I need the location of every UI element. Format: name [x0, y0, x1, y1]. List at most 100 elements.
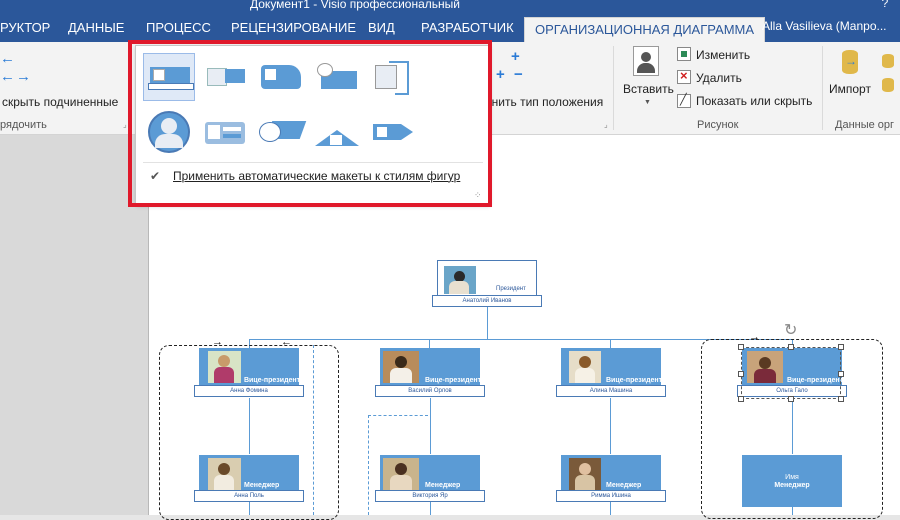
- dialog-launcher-icon-2[interactable]: ⌟: [604, 120, 608, 129]
- resize-handle-nw[interactable]: [738, 344, 744, 350]
- user-account[interactable]: Alla Vasilieva (Manpo...: [762, 19, 887, 33]
- gallery-layout-8[interactable]: [255, 108, 307, 156]
- manager-title-4: Менеджер: [774, 482, 810, 489]
- delete-picture-button[interactable]: Удалить: [696, 71, 742, 85]
- arrange-group-label: рядочить: [0, 119, 47, 131]
- data-refresh-icon[interactable]: [882, 54, 894, 68]
- chevron-down-icon[interactable]: ▼: [644, 99, 651, 106]
- resize-handle-s[interactable]: [788, 396, 794, 402]
- manager-shape-2[interactable]: Менеджер: [380, 455, 480, 493]
- plus-small-icon[interactable]: +: [496, 66, 505, 83]
- import-database-icon[interactable]: →: [842, 50, 858, 74]
- dialog-launcher-icon[interactable]: ⌟: [123, 120, 127, 129]
- gallery-layout-2[interactable]: [199, 53, 251, 101]
- vp-photo-2: [383, 351, 419, 383]
- apply-auto-layout-option[interactable]: Применить автоматические макеты к стилям…: [173, 169, 460, 183]
- hide-subordinates-button[interactable]: скрыть подчиненные: [2, 95, 118, 109]
- resize-handle-ne[interactable]: [838, 344, 844, 350]
- gallery-layout-3[interactable]: [255, 53, 307, 101]
- vp-title-3: Вице-президент: [606, 377, 663, 384]
- president-name[interactable]: Анатолий Иванов: [432, 295, 542, 307]
- insert-button[interactable]: Вставить: [623, 82, 674, 96]
- move-arrow-icon-3: →: [749, 331, 760, 343]
- tab-process[interactable]: ПРОЦЕСС: [146, 20, 211, 35]
- window-title: Документ1 - Visio профессиональный: [250, 0, 460, 11]
- plus-icon[interactable]: +: [511, 48, 520, 65]
- resize-handle-e[interactable]: [838, 371, 844, 377]
- connector-mgr2-down: [430, 500, 431, 515]
- guide-line-3: [368, 415, 428, 416]
- delete-picture-icon[interactable]: ×: [677, 68, 691, 84]
- tab-developer[interactable]: РАЗРАБОТЧИК: [421, 20, 514, 35]
- rotate-handle-icon[interactable]: ↻: [784, 320, 797, 340]
- manager-name-2[interactable]: Виктория Яр: [375, 490, 485, 502]
- manager-name-4: Имя: [785, 474, 799, 481]
- vp-shape-2[interactable]: Вице-президент: [380, 348, 482, 386]
- arrow-left-small-icon[interactable]: ←: [0, 68, 15, 85]
- manager-name-1[interactable]: Анна Поль: [194, 490, 304, 502]
- manager-title-1: Менеджер: [244, 482, 280, 489]
- vp-name-3[interactable]: Алина Машина: [556, 385, 666, 397]
- manager-photo-2: [383, 458, 419, 490]
- arrow-left-icon[interactable]: ←: [0, 50, 15, 67]
- manager-shape-4[interactable]: Имя Менеджер: [742, 455, 842, 507]
- tab-data[interactable]: ДАННЫЕ: [68, 20, 124, 35]
- president-title: Президент: [496, 286, 526, 292]
- president-photo: [444, 266, 476, 294]
- vp-shape-1[interactable]: Вице-президент: [199, 348, 301, 386]
- gallery-layout-9[interactable]: [311, 108, 363, 156]
- gallery-layout-10[interactable]: [367, 108, 419, 156]
- show-hide-picture-icon[interactable]: ╱: [677, 94, 691, 108]
- gallery-layout-4[interactable]: [311, 53, 363, 101]
- data-compare-icon[interactable]: [882, 78, 894, 92]
- resize-grip-icon[interactable]: ⁘: [474, 190, 482, 201]
- import-button[interactable]: Импорт: [829, 82, 871, 96]
- manager-shape-1[interactable]: Менеджер: [199, 455, 299, 493]
- vp-name-2[interactable]: Василий Орлов: [375, 385, 485, 397]
- connector-mgr3: [610, 398, 611, 454]
- insert-picture-icon[interactable]: [633, 46, 659, 76]
- vp-shape-3[interactable]: Вице-президент: [561, 348, 663, 386]
- gallery-layout-7[interactable]: [199, 108, 251, 156]
- ribbon-separator: [613, 46, 614, 130]
- vp-photo-1: [208, 351, 241, 383]
- tab-view[interactable]: ВИД: [368, 20, 395, 35]
- manager-shape-3[interactable]: Менеджер: [561, 455, 661, 493]
- guide-line-2: [368, 415, 369, 515]
- gallery-separator: [143, 162, 483, 163]
- connector-mgr3-down: [610, 500, 611, 515]
- show-hide-picture-button[interactable]: Показать или скрыть: [696, 94, 812, 108]
- gallery-layout-1[interactable]: [143, 53, 195, 101]
- selection-box: [741, 347, 841, 399]
- vp-title-2: Вице-президент: [425, 377, 482, 384]
- resize-handle-sw[interactable]: [738, 396, 744, 402]
- check-icon: ✔: [150, 169, 161, 183]
- manager-title-3: Менеджер: [606, 482, 642, 489]
- manager-photo-3: [569, 458, 601, 490]
- gallery-layout-5[interactable]: [367, 53, 419, 101]
- minus-icon[interactable]: −: [514, 66, 523, 83]
- move-arrow-icon-2: ←: [281, 336, 292, 348]
- arrow-right-icon[interactable]: →: [16, 68, 31, 85]
- change-picture-button[interactable]: Изменить: [696, 48, 750, 62]
- ribbon-tabs: РУКТОР ДАННЫЕ ПРОЦЕСС РЕЦЕНЗИРОВАНИЕ ВИД…: [0, 14, 900, 42]
- manager-name-3[interactable]: Римма Ишина: [556, 490, 666, 502]
- tab-review[interactable]: РЕЦЕНЗИРОВАНИЕ: [231, 20, 356, 35]
- resize-handle-w[interactable]: [738, 371, 744, 377]
- vp-name-1[interactable]: Анна Фомина: [194, 385, 304, 397]
- org-data-group-label: Данные орг: [835, 119, 895, 131]
- tab-constructor[interactable]: РУКТОР: [0, 20, 50, 35]
- title-bar: Документ1 - Visio профессиональный ?: [0, 0, 900, 14]
- manager-photo-1: [208, 458, 241, 490]
- vp-title-1: Вице-президент: [244, 377, 301, 384]
- ribbon-separator-2: [822, 46, 823, 130]
- connector-president: [487, 307, 488, 340]
- resize-handle-n[interactable]: [788, 344, 794, 350]
- help-button[interactable]: ?: [878, 0, 892, 10]
- change-picture-icon[interactable]: [677, 47, 691, 61]
- change-position-type-button[interactable]: енить тип положения: [485, 95, 603, 109]
- picture-group-label: Рисунок: [697, 119, 739, 131]
- resize-handle-se[interactable]: [838, 396, 844, 402]
- gallery-layout-6[interactable]: [143, 108, 195, 156]
- tab-org-chart[interactable]: ОРГАНИЗАЦИОННАЯ ДИАГРАММА: [524, 17, 766, 42]
